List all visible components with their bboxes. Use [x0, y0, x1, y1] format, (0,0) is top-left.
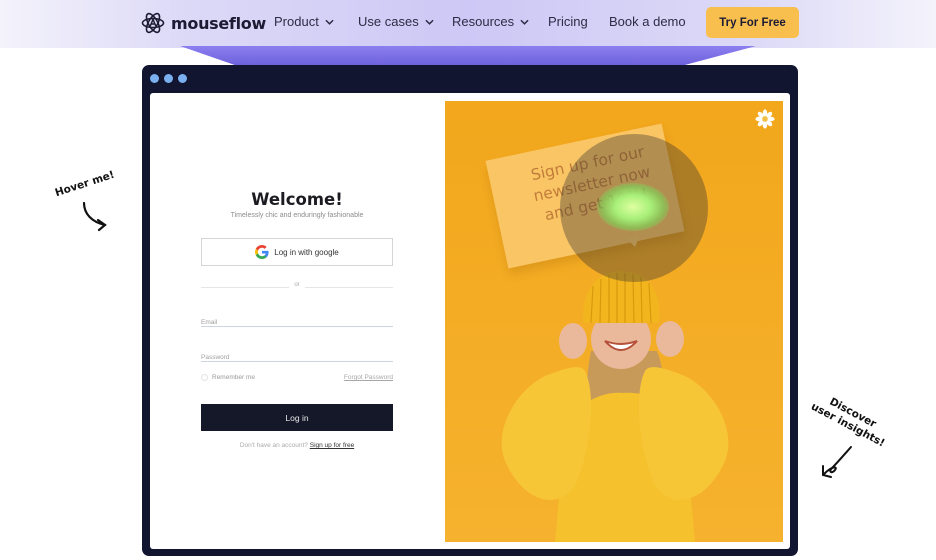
hero-photo: Sign up for our newsletter now and get 1… [445, 101, 783, 542]
email-field[interactable] [201, 314, 393, 331]
browser-mockup: Welcome! Timelessly chic and enduringly … [142, 65, 798, 556]
window-dot-minimize [164, 74, 173, 83]
email-field-wrapper [201, 309, 393, 331]
nav-use-cases-label: Use cases [358, 14, 419, 29]
window-dot-close [150, 74, 159, 83]
divider-line-right [305, 287, 393, 288]
window-controls [150, 74, 187, 83]
nav-resources-label: Resources [452, 14, 515, 29]
password-field-wrapper [201, 344, 393, 366]
nav-pricing-label: Pricing [548, 14, 588, 29]
brand-logo[interactable]: mouseflow [141, 11, 266, 35]
hero-accent-band [180, 46, 756, 66]
signup-prompt: Don't have an account? Sign up for free [201, 442, 393, 449]
curved-arrow-icon [82, 201, 107, 232]
google-icon [255, 245, 269, 259]
remember-me-label: Remember me [212, 374, 255, 381]
discover-insights-annotation: Discover user insights! [809, 396, 893, 451]
loop-arrow-icon [822, 446, 852, 478]
signup-link[interactable]: Sign up for free [310, 442, 354, 449]
nav-product[interactable]: Product [274, 14, 334, 29]
mockup-viewport: Welcome! Timelessly chic and enduringly … [150, 93, 790, 549]
try-for-free-button[interactable]: Try For Free [706, 7, 799, 38]
login-title: Welcome! [251, 190, 343, 209]
heatmap-hotspot [597, 183, 669, 231]
nav-pricing[interactable]: Pricing [548, 14, 588, 29]
brand-name: mouseflow [171, 13, 266, 33]
mouseflow-logo-icon [141, 12, 165, 34]
login-button[interactable]: Log in [201, 404, 393, 431]
nav-use-cases[interactable]: Use cases [358, 14, 434, 29]
nav-book-demo[interactable]: Book a demo [609, 14, 686, 29]
chevron-down-icon [520, 19, 529, 25]
or-divider: or [201, 282, 393, 292]
hover-me-annotation: Hover me! [53, 168, 117, 200]
google-login-button[interactable]: Log in with google [201, 238, 393, 266]
flower-logo-icon [755, 109, 775, 129]
login-tagline: Timelessly chic and enduringly fashionab… [230, 212, 364, 219]
nav-book-demo-label: Book a demo [609, 14, 686, 29]
google-login-label: Log in with google [274, 247, 339, 257]
nav-resources[interactable]: Resources [452, 14, 529, 29]
window-dot-maximize [178, 74, 187, 83]
chevron-down-icon [325, 19, 334, 25]
chevron-down-icon [425, 19, 434, 25]
remember-me-radio[interactable] [201, 374, 208, 381]
no-account-text: Don't have an account? [239, 442, 308, 449]
remember-me[interactable]: Remember me [201, 374, 255, 381]
forgot-password-link[interactable]: Forgot Password [344, 374, 393, 381]
nav-product-label: Product [274, 14, 319, 29]
password-field[interactable] [201, 349, 393, 366]
top-navigation: mouseflow Product Use cases Resources Pr… [0, 0, 936, 46]
